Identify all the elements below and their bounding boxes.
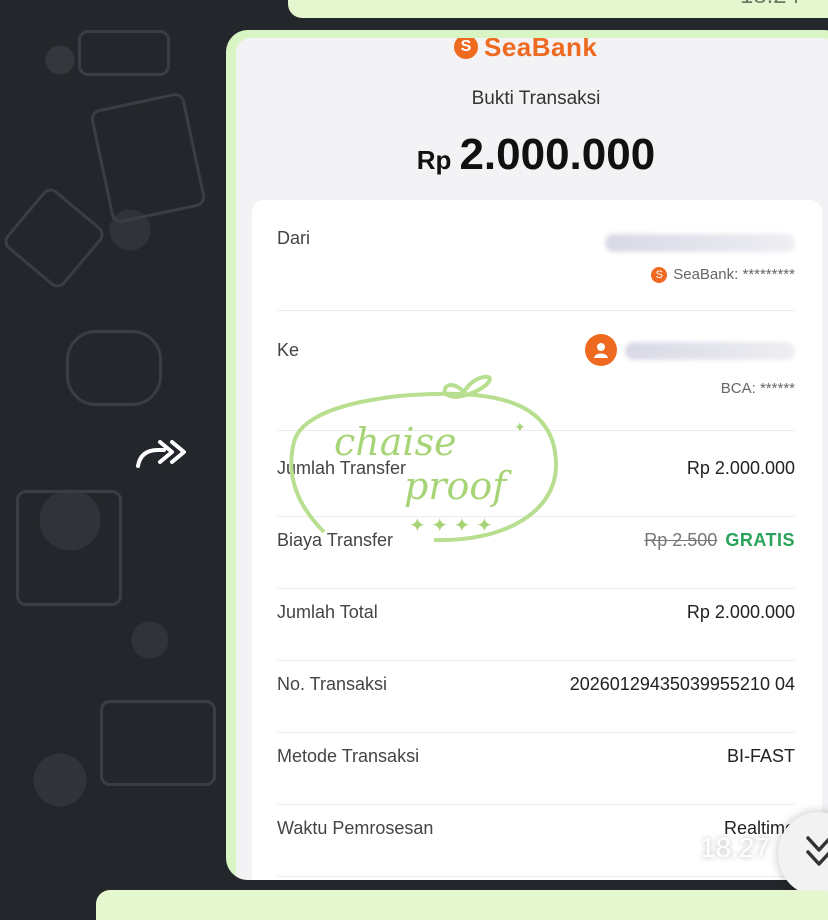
from-label: Dari xyxy=(277,228,311,248)
detail-label: Biaya Transfer xyxy=(277,530,394,550)
detail-value: Rp 2.000.000 xyxy=(686,602,795,622)
detail-label: Waktu Pemrosesan xyxy=(277,818,434,838)
currency-label: Rp xyxy=(416,145,452,175)
detail-row: Metode Transaksi BI-FAST xyxy=(277,746,795,805)
seabank-logo: S SeaBank xyxy=(454,38,598,62)
receipt-amount: Rp 2.000.000 xyxy=(236,130,828,180)
chevron-double-down-icon xyxy=(804,832,828,874)
to-account: BCA: ****** xyxy=(720,380,795,397)
pencil-doodle xyxy=(0,184,108,292)
password-doodle xyxy=(78,30,170,76)
details-card: Dari S SeaBank: ********* Ke BCA: ****** … xyxy=(252,200,822,880)
message-time: 18.27 xyxy=(699,832,770,863)
truck-doodle xyxy=(100,700,216,786)
detail-value: 20260129435039955210 04 xyxy=(569,674,795,694)
book-doodle xyxy=(16,490,122,606)
gratis-badge: GRATIS xyxy=(725,530,795,550)
forward-icon[interactable] xyxy=(130,436,190,476)
detail-value: Rp 2.500 GRATIS xyxy=(644,530,795,551)
detail-label: No. Transaksi xyxy=(277,674,388,694)
receipt-title: Bukti Transaksi xyxy=(471,88,601,109)
from-row: Dari S SeaBank: ********* xyxy=(277,228,795,311)
seabank-mini-icon: S xyxy=(651,267,668,284)
detail-row: Biaya Transfer Rp 2.500 GRATIS xyxy=(277,530,795,589)
amount-value: 2.000.000 xyxy=(459,130,656,179)
detail-value: Rp 2.000.000 xyxy=(686,458,795,478)
receipt-doodle xyxy=(88,91,208,225)
transaction-receipt-image: S SeaBank Bukti Transaksi Rp 2.000.000 Da… xyxy=(236,38,828,880)
from-name-redacted xyxy=(605,234,795,252)
detail-row: No. Transaksi 20260129435039955210 04 xyxy=(277,674,795,733)
to-label: Ke xyxy=(277,340,300,360)
next-message-bubble[interactable] xyxy=(96,890,828,920)
original-fee: Rp 2.500 xyxy=(644,530,718,550)
robot-doodle xyxy=(66,330,162,406)
to-row: Ke BCA: ****** xyxy=(277,334,795,431)
from-account: S SeaBank: ********* xyxy=(651,266,795,284)
seabank-logo-icon: S xyxy=(454,38,478,59)
detail-row: Jumlah Transfer Rp 2.000.000 xyxy=(277,458,795,517)
image-message-bubble[interactable]: S SeaBank Bukti Transaksi Rp 2.000.000 Da… xyxy=(226,30,828,880)
to-name-redacted xyxy=(625,342,795,360)
from-account-text: SeaBank: ********* xyxy=(673,266,795,283)
detail-label: Jumlah Total xyxy=(277,602,378,622)
detail-value: BI-FAST xyxy=(726,746,795,766)
detail-row: Jumlah Total Rp 2.000.000 xyxy=(277,602,795,661)
previous-message-time: 18.24 xyxy=(740,0,800,10)
detail-label: Metode Transaksi xyxy=(277,746,420,766)
user-avatar-icon xyxy=(585,334,617,366)
detail-label: Jumlah Transfer xyxy=(277,458,407,478)
brand-name: SeaBank xyxy=(484,38,598,62)
